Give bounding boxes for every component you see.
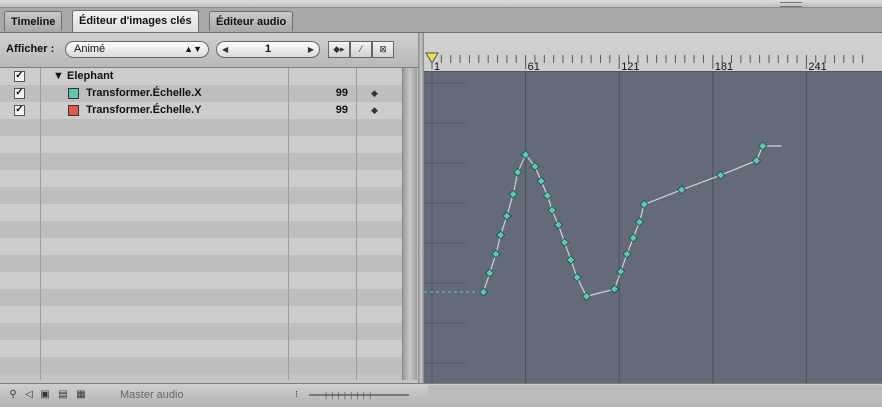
keyframe-point	[485, 268, 495, 278]
param-y-color-swatch[interactable]	[68, 105, 79, 116]
sketch-keyframes-button[interactable]: ⁄	[350, 41, 372, 58]
frame-stepper[interactable]: ◀ 1 ▶	[216, 41, 320, 58]
list-item	[0, 289, 402, 306]
list-item	[0, 221, 402, 238]
list-item	[0, 187, 402, 204]
keyframe-point	[758, 141, 768, 151]
group-disclosure-icon[interactable]: ▼	[53, 70, 64, 82]
column-divider	[40, 68, 41, 380]
keyframe-point	[634, 217, 645, 227]
list-item	[0, 119, 402, 136]
vertical-scrollbar[interactable]	[402, 68, 417, 380]
param-x-checkbox[interactable]: ✓	[14, 88, 25, 99]
updown-arrows-icon: ⁝	[295, 389, 298, 399]
speaker-icon[interactable]: ◁	[22, 388, 36, 402]
curve-svg[interactable]	[424, 71, 882, 383]
show-filter-select[interactable]: Animé ▲▼	[65, 41, 209, 58]
list-item	[0, 153, 402, 170]
keyframe-point	[716, 170, 726, 180]
list-item	[0, 323, 402, 340]
time-ruler[interactable]: 1 61 121 181 241	[424, 33, 882, 72]
keyframe-point	[513, 167, 523, 177]
filter-icon[interactable]: ⚲	[6, 388, 20, 402]
list-item	[0, 255, 402, 272]
parameter-rows: ✓ ▼ Elephant ✓ Transformer.Échelle.X 99 …	[0, 68, 402, 380]
keyframe-point	[751, 156, 762, 166]
frame-value[interactable]: 1	[217, 42, 319, 57]
tab-keyframe-editor[interactable]: Éditeur d'images clés	[72, 10, 199, 32]
list-item	[0, 340, 402, 357]
keyframe-point	[628, 233, 638, 243]
column-divider	[288, 68, 289, 380]
slider-ticks: | | | | | | | |	[325, 391, 373, 400]
window-titlebar	[0, 0, 882, 8]
keyframe-point	[677, 185, 687, 195]
keyframe-point	[609, 284, 620, 294]
zoom-slider[interactable]: ⁝ | | | | | | | |	[295, 389, 415, 401]
group-name: Elephant	[67, 70, 114, 82]
param-y-name: Transformer.Échelle.Y	[86, 104, 202, 116]
updown-arrows-icon: ▲▼	[184, 44, 202, 54]
keyframe-point	[508, 189, 518, 199]
param-y-value[interactable]: 99	[320, 104, 348, 116]
add-keyframe-button[interactable]: ◆▸	[328, 41, 350, 58]
keyframe-point	[478, 287, 489, 297]
list-item	[0, 170, 402, 187]
ruler-label: 241	[808, 61, 826, 71]
keyframe-point	[502, 211, 512, 221]
param-y-checkbox[interactable]: ✓	[14, 105, 25, 116]
resize-grip-icon[interactable]	[780, 2, 802, 7]
keyframe-point	[572, 272, 582, 282]
keyframe-diamond-icon[interactable]: ◆	[371, 105, 378, 116]
keyframe-point	[581, 291, 592, 301]
param-x-name: Transformer.Échelle.X	[86, 87, 202, 99]
list-item	[0, 306, 402, 323]
column-divider	[356, 68, 357, 380]
keyframe-diamond-icon[interactable]: ◆	[371, 88, 378, 99]
keyframe-point	[496, 230, 506, 240]
ruler-label: 121	[621, 61, 639, 71]
keyframe-point	[560, 237, 570, 247]
keyframe-point	[616, 266, 626, 277]
keyframe-point	[542, 191, 553, 201]
tab-audio-editor[interactable]: Éditeur audio	[209, 11, 294, 31]
keyframe-point	[547, 205, 557, 215]
keyframe-point	[566, 255, 576, 265]
tab-timeline[interactable]: Timeline	[4, 11, 63, 31]
audio-layer-icon[interactable]: ▦	[74, 388, 88, 402]
keyframe-toolbar: Afficher : Animé ▲▼ ◀ 1 ▶ ◆▸ ⁄ ⊠	[0, 33, 418, 68]
curve-line	[482, 145, 782, 298]
parameter-list-panel: Afficher : Animé ▲▼ ◀ 1 ▶ ◆▸ ⁄ ⊠ ✓ ▼ Ele…	[0, 33, 418, 383]
keyframe-point	[491, 249, 501, 259]
ruler-svg: 1 61 121 181 241	[425, 52, 864, 71]
keyframe-point	[622, 249, 632, 259]
keyframe-point	[639, 199, 649, 209]
keyframe-point	[536, 176, 546, 186]
ruler-label: 181	[715, 61, 733, 71]
list-item	[0, 272, 402, 289]
param-x-color-swatch[interactable]	[68, 88, 79, 99]
tab-bar: Timeline Éditeur d'images clés Éditeur a…	[0, 8, 882, 33]
keyframe-point	[553, 220, 563, 230]
horizontal-scrollbar[interactable]	[428, 385, 882, 403]
ruler-label: 61	[528, 61, 540, 71]
fit-view-button[interactable]: ⊠	[372, 41, 394, 58]
image-icon[interactable]: ▣	[38, 388, 52, 402]
list-item	[0, 136, 402, 153]
layers-icon[interactable]: ▤	[56, 388, 70, 402]
group-checkbox[interactable]: ✓	[14, 71, 25, 82]
list-item	[0, 204, 402, 221]
list-item	[0, 238, 402, 255]
keyframe-graph[interactable]: 1 61 121 181 241	[424, 33, 882, 383]
step-forward-icon[interactable]: ▶	[308, 42, 314, 57]
list-item	[0, 357, 402, 374]
show-label: Afficher :	[6, 43, 55, 55]
ruler-label: 1	[434, 61, 440, 71]
param-x-value[interactable]: 99	[320, 87, 348, 99]
master-audio-label: Master audio	[120, 389, 184, 401]
show-filter-value: Animé	[74, 43, 106, 55]
